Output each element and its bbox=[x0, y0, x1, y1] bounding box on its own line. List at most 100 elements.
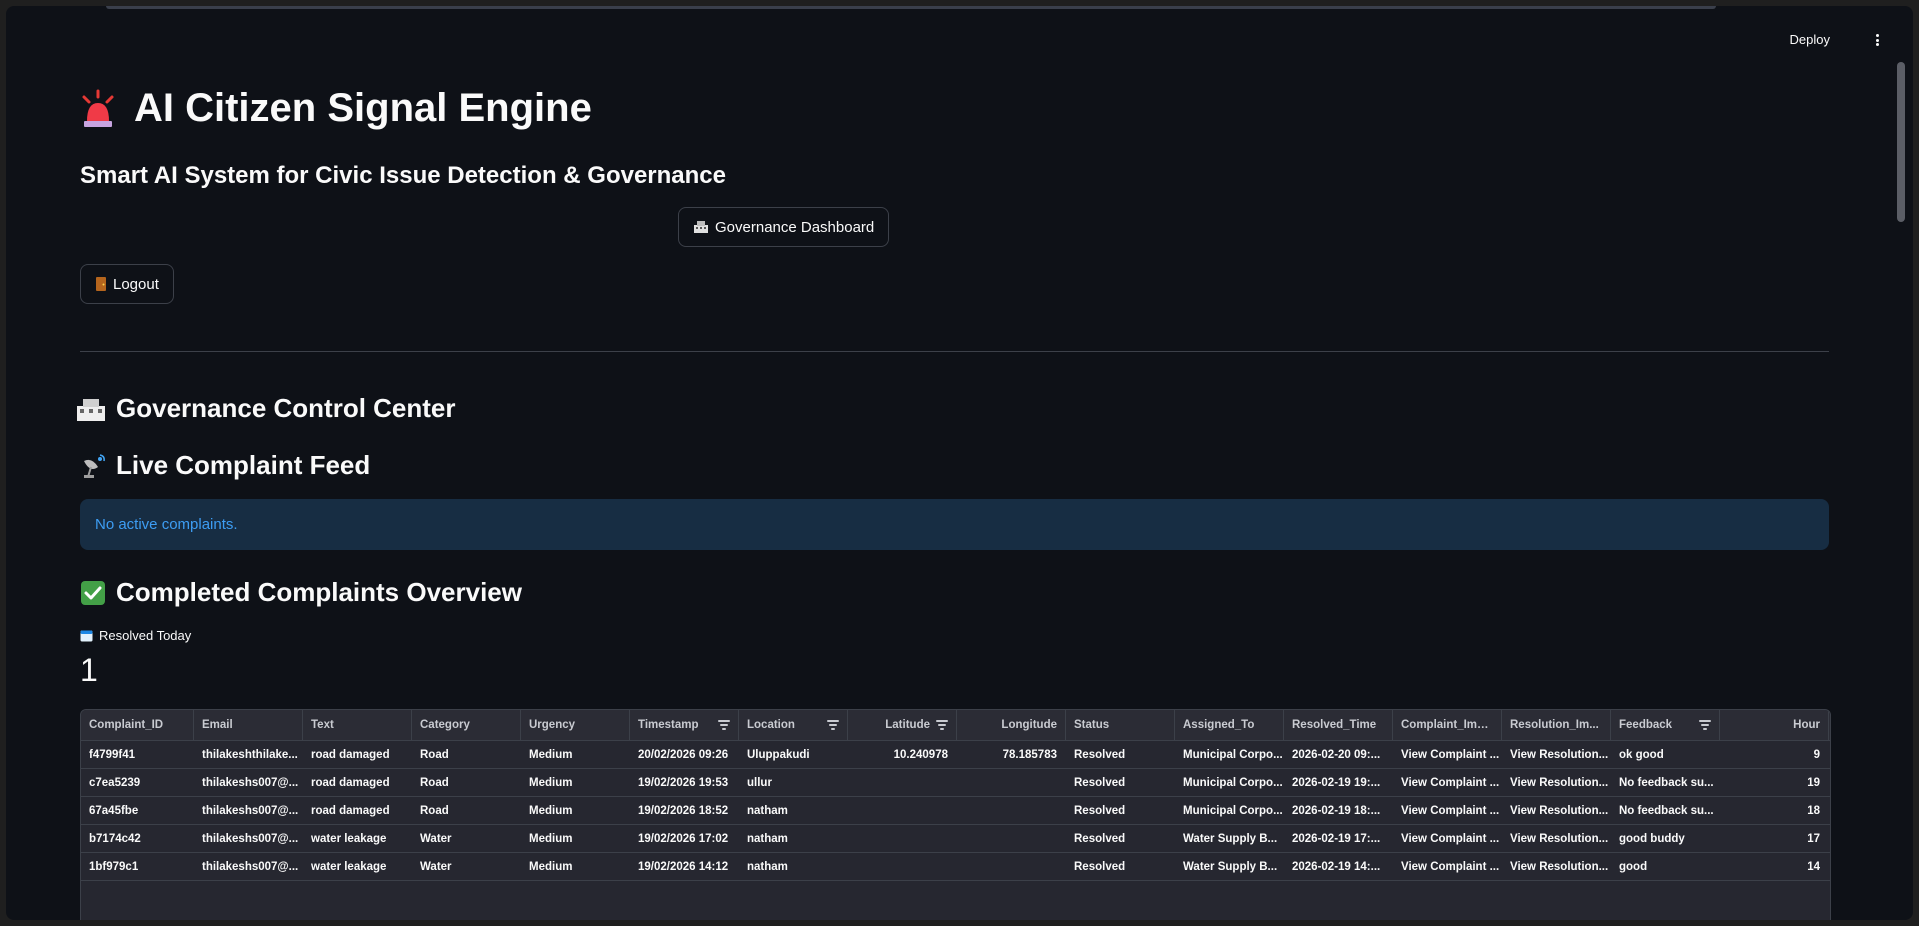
scrollbar[interactable] bbox=[1897, 62, 1905, 222]
table-cell[interactable]: Municipal Corpo... bbox=[1175, 741, 1284, 768]
table-cell[interactable]: No feedback su... bbox=[1611, 797, 1720, 824]
table-cell[interactable]: 20/02/2026 09:26 bbox=[630, 741, 739, 768]
table-cell[interactable]: 2026-02-19 17:... bbox=[1284, 825, 1393, 852]
table-cell[interactable]: 19/02/2026 14:12 bbox=[630, 853, 739, 880]
table-cell[interactable]: 67a45fbe bbox=[81, 797, 194, 824]
table-cell[interactable]: Water Supply B... bbox=[1175, 853, 1284, 880]
table-cell[interactable] bbox=[848, 853, 957, 880]
table-cell[interactable]: Medium bbox=[521, 741, 630, 768]
column-header[interactable]: Hour bbox=[1720, 710, 1829, 740]
column-header[interactable]: Complaint_ID bbox=[81, 710, 194, 740]
column-header[interactable]: Urgency bbox=[521, 710, 630, 740]
table-cell[interactable]: 9 bbox=[1720, 741, 1829, 768]
column-header[interactable]: Text bbox=[303, 710, 412, 740]
column-header[interactable]: Status bbox=[1066, 710, 1175, 740]
table-cell[interactable]: Municipal Corpo... bbox=[1175, 797, 1284, 824]
table-cell[interactable]: 19/02/2026 19:53 bbox=[630, 769, 739, 796]
column-header[interactable]: Latitude bbox=[848, 710, 957, 740]
table-cell[interactable]: 2026-02-19 14:... bbox=[1284, 853, 1393, 880]
table-cell[interactable]: View Resolution... bbox=[1502, 797, 1611, 824]
deploy-button[interactable]: Deploy bbox=[1790, 32, 1830, 47]
governance-dashboard-button[interactable]: Governance Dashboard bbox=[678, 207, 890, 247]
table-cell[interactable]: 2026-02-20 09:... bbox=[1284, 741, 1393, 768]
table-cell[interactable]: ullur bbox=[739, 769, 848, 796]
filter-icon[interactable] bbox=[1699, 720, 1711, 730]
table-cell[interactable]: Water bbox=[412, 853, 521, 880]
table-cell[interactable]: 19/02/2026 18:52 bbox=[630, 797, 739, 824]
table-cell[interactable] bbox=[957, 797, 1066, 824]
table-cell[interactable]: View Complaint ... bbox=[1393, 769, 1502, 796]
table-row[interactable]: f4799f41 thilakeshthilake... road damaged R… bbox=[81, 741, 1830, 769]
column-header[interactable]: Resolved_Time bbox=[1284, 710, 1393, 740]
table-cell[interactable]: ok good bbox=[1611, 741, 1720, 768]
table-cell[interactable] bbox=[957, 769, 1066, 796]
logout-button[interactable]: Logout bbox=[80, 264, 174, 304]
filter-icon[interactable] bbox=[936, 720, 948, 730]
table-cell[interactable]: c7ea5239 bbox=[81, 769, 194, 796]
table-cell[interactable]: Medium bbox=[521, 797, 630, 824]
table-cell[interactable]: No feedback su... bbox=[1611, 769, 1720, 796]
table-cell[interactable]: Water bbox=[412, 825, 521, 852]
table-row[interactable]: 67a45fbe thilakeshs007@... road damaged Roa… bbox=[81, 797, 1830, 825]
table-cell[interactable]: 78.185783 bbox=[957, 741, 1066, 768]
table-row[interactable]: c7ea5239 thilakeshs007@... road damaged Roa… bbox=[81, 769, 1830, 797]
table-cell[interactable]: Water Supply B... bbox=[1175, 825, 1284, 852]
table-cell[interactable]: View Complaint ... bbox=[1393, 853, 1502, 880]
table-cell[interactable]: 2026-02-19 19:... bbox=[1284, 769, 1393, 796]
table-cell[interactable]: 17 bbox=[1720, 825, 1829, 852]
table-cell[interactable]: 2026-02-19 18:... bbox=[1284, 797, 1393, 824]
table-cell[interactable]: View Resolution... bbox=[1502, 853, 1611, 880]
table-cell[interactable]: water leakage bbox=[303, 825, 412, 852]
table-cell[interactable]: View Complaint ... bbox=[1393, 797, 1502, 824]
table-cell[interactable]: Municipal Corpo... bbox=[1175, 769, 1284, 796]
table-cell[interactable]: 14 bbox=[1720, 853, 1829, 880]
table-cell[interactable]: View Resolution... bbox=[1502, 825, 1611, 852]
table-cell[interactable]: Medium bbox=[521, 769, 630, 796]
table-row[interactable]: b7174c42 thilakeshs007@... water leakage Wa… bbox=[81, 825, 1830, 853]
column-header[interactable]: Longitude bbox=[957, 710, 1066, 740]
column-header[interactable]: Timestamp bbox=[630, 710, 739, 740]
table-cell[interactable]: 18 bbox=[1720, 797, 1829, 824]
table-cell[interactable]: Resolved bbox=[1066, 797, 1175, 824]
table-cell[interactable] bbox=[957, 853, 1066, 880]
table-cell[interactable]: 19/02/2026 17:02 bbox=[630, 825, 739, 852]
table-cell[interactable]: road damaged bbox=[303, 741, 412, 768]
table-cell[interactable]: Resolved bbox=[1066, 769, 1175, 796]
table-cell[interactable]: View Complaint ... bbox=[1393, 741, 1502, 768]
table-cell[interactable]: 19 bbox=[1720, 769, 1829, 796]
filter-icon[interactable] bbox=[827, 720, 839, 730]
column-header[interactable]: Email bbox=[194, 710, 303, 740]
table-cell[interactable]: natham bbox=[739, 797, 848, 824]
table-cell[interactable]: thilakeshs007@... bbox=[194, 769, 303, 796]
table-cell[interactable]: Resolved bbox=[1066, 825, 1175, 852]
table-cell[interactable]: Uluppakudi bbox=[739, 741, 848, 768]
column-header[interactable]: Feedback bbox=[1611, 710, 1720, 740]
table-cell[interactable]: natham bbox=[739, 853, 848, 880]
table-cell[interactable]: 1bf979c1 bbox=[81, 853, 194, 880]
kebab-menu-icon[interactable] bbox=[1871, 30, 1883, 50]
filter-icon[interactable] bbox=[718, 720, 730, 730]
column-header[interactable]: Complaint_Ima... bbox=[1393, 710, 1502, 740]
completed-complaints-table[interactable]: Complaint_ID Email Text Category Urgency Time… bbox=[80, 709, 1831, 920]
table-cell[interactable]: Road bbox=[412, 741, 521, 768]
table-cell[interactable]: thilakeshthilake... bbox=[194, 741, 303, 768]
table-cell[interactable]: Medium bbox=[521, 853, 630, 880]
table-cell[interactable]: 10.240978 bbox=[848, 741, 957, 768]
table-cell[interactable]: b7174c42 bbox=[81, 825, 194, 852]
table-cell[interactable] bbox=[848, 797, 957, 824]
table-cell[interactable]: thilakeshs007@... bbox=[194, 853, 303, 880]
column-header[interactable]: Category bbox=[412, 710, 521, 740]
column-header[interactable]: Resolution_Im... bbox=[1502, 710, 1611, 740]
table-cell[interactable]: Resolved bbox=[1066, 853, 1175, 880]
column-header[interactable]: Location bbox=[739, 710, 848, 740]
table-cell[interactable] bbox=[957, 825, 1066, 852]
table-cell[interactable]: View Complaint ... bbox=[1393, 825, 1502, 852]
table-cell[interactable]: Road bbox=[412, 769, 521, 796]
table-cell[interactable]: thilakeshs007@... bbox=[194, 825, 303, 852]
table-cell[interactable]: water leakage bbox=[303, 853, 412, 880]
table-cell[interactable]: road damaged bbox=[303, 769, 412, 796]
table-cell[interactable]: Medium bbox=[521, 825, 630, 852]
table-cell[interactable]: f4799f41 bbox=[81, 741, 194, 768]
table-cell[interactable] bbox=[848, 769, 957, 796]
table-cell[interactable]: Resolved bbox=[1066, 741, 1175, 768]
